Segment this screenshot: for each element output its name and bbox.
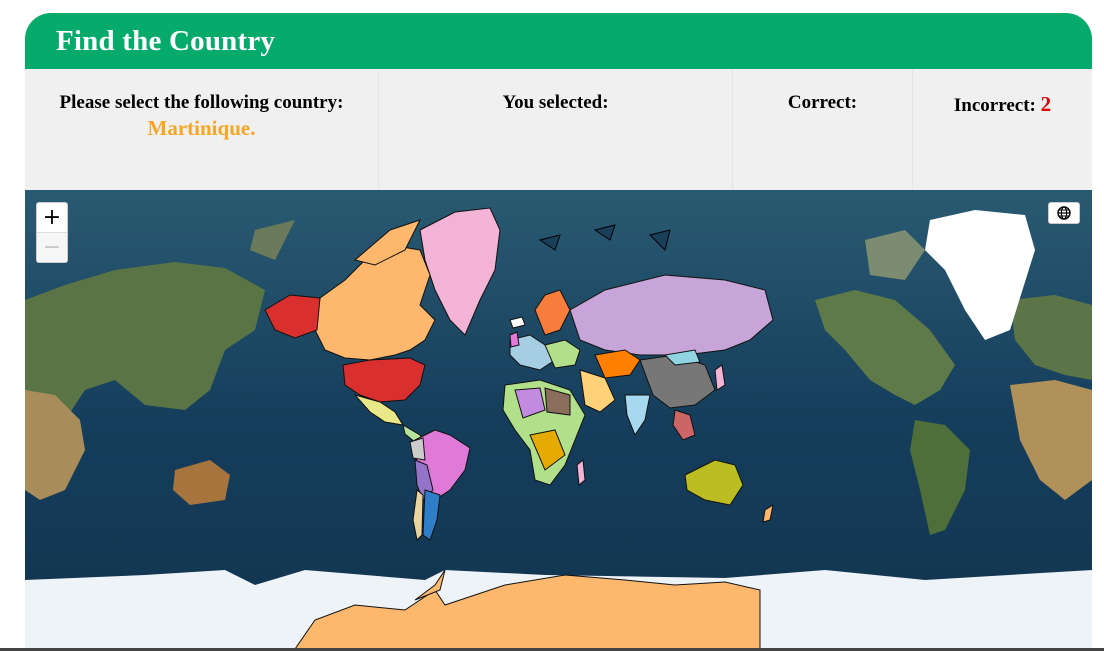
correct-column: Correct: — [733, 69, 913, 190]
incorrect-column: Incorrect: 2 — [913, 69, 1092, 190]
correct-label: Correct: — [787, 92, 858, 113]
game-card: Find the Country Please select the follo… — [25, 13, 1092, 649]
selected-label: You selected: — [502, 92, 609, 113]
target-country: Martinique. — [147, 116, 256, 140]
selected-column: You selected: — [379, 69, 733, 190]
prompt-column: Please select the following country: Mar… — [25, 69, 379, 190]
incorrect-label: Incorrect: — [953, 95, 1036, 116]
header-bar: Find the Country — [25, 13, 1092, 69]
world-map[interactable]: + − — [25, 190, 1092, 649]
country-madagascar[interactable] — [576, 459, 586, 486]
globe-icon — [1057, 206, 1071, 220]
prompt-label: Please select the following country: — [59, 92, 344, 113]
zoom-control: + − — [36, 202, 68, 263]
status-panel: Please select the following country: Mar… — [25, 69, 1092, 190]
zoom-out-button[interactable]: − — [37, 232, 67, 262]
map-canvas[interactable] — [25, 190, 1092, 649]
page-title: Find the Country — [56, 24, 276, 57]
country-uk[interactable] — [509, 331, 520, 348]
layer-toggle-button[interactable] — [1048, 202, 1080, 224]
country-colombia[interactable] — [409, 437, 426, 461]
zoom-in-button[interactable]: + — [37, 203, 67, 232]
incorrect-count: 2 — [1040, 92, 1052, 116]
